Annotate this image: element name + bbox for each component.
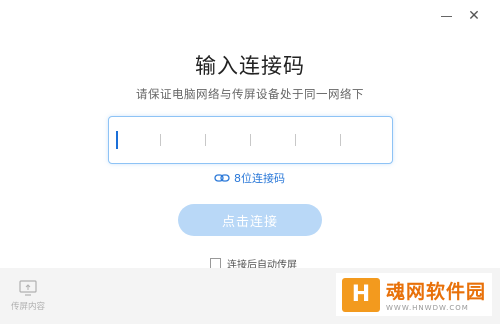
link-icon [214, 174, 230, 182]
watermark-url: WWW.HNWDW.COM [385, 304, 469, 312]
digits-toggle-link[interactable]: 8位连接码 [214, 170, 285, 186]
connect-button[interactable]: 点击连接 [178, 204, 322, 236]
page-subtitle: 请保证电脑网络与传屏设备处于同一网络下 [136, 87, 364, 101]
digits-toggle-label: 8位连接码 [234, 172, 285, 185]
watermark-logo: H [341, 277, 380, 312]
minimize-icon [440, 15, 452, 17]
code-cell-separator [160, 134, 161, 146]
close-icon: ✕ [468, 8, 480, 24]
screen-cast-icon [19, 280, 37, 296]
text-cursor [116, 131, 118, 149]
page-title: 输入连接码 [195, 54, 305, 78]
minimize-button[interactable] [434, 6, 458, 26]
connection-code-input[interactable] [108, 116, 393, 164]
code-cell-separator [205, 134, 206, 146]
watermark-text: 魂网软件园 [385, 281, 486, 303]
sidebar-item-cast-content[interactable]: 传屏内容 [0, 268, 56, 324]
sidebar-item-label: 传屏内容 [10, 302, 45, 312]
code-cell-separator [340, 134, 341, 146]
code-cell-separator [295, 134, 296, 146]
close-button[interactable]: ✕ [462, 6, 486, 26]
watermark: H 魂网软件园 WWW.HNWDW.COM [335, 273, 492, 316]
code-cell-separator [250, 134, 251, 146]
